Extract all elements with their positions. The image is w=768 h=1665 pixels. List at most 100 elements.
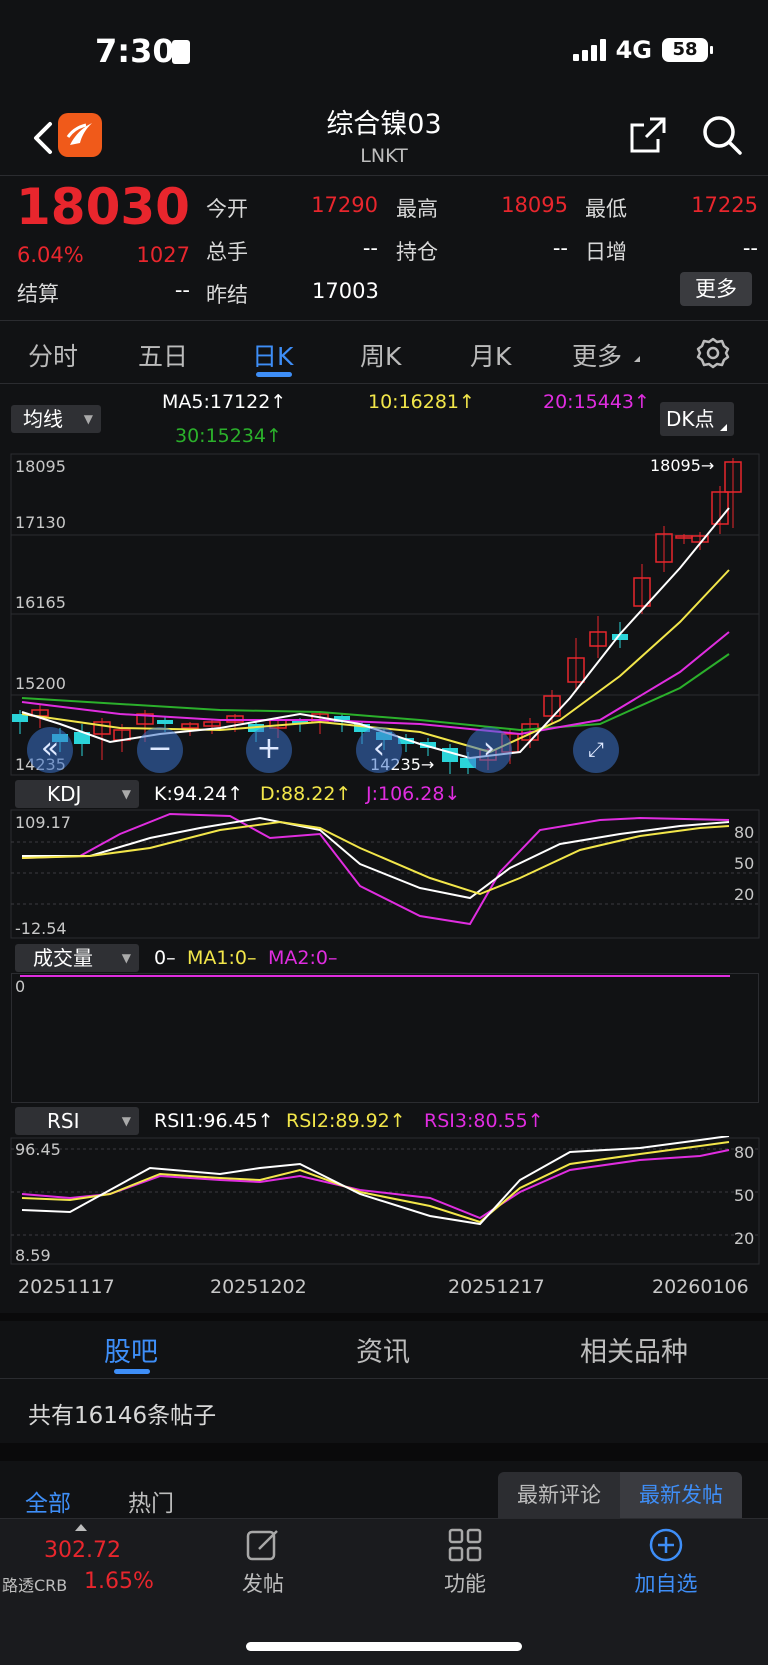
ma20-line xyxy=(21,631,730,736)
divider xyxy=(0,175,768,176)
up-triangle-icon xyxy=(75,1524,87,1531)
battery-icon: 58 xyxy=(662,38,713,62)
ma20-value: 20:15443↑ xyxy=(543,391,650,413)
home-indicator xyxy=(246,1642,522,1651)
tab-five-day[interactable]: 五日 xyxy=(138,337,188,373)
divider xyxy=(0,320,768,321)
volume-current: 0– xyxy=(154,947,176,969)
volume-ma-line xyxy=(20,975,730,977)
signal-icon xyxy=(572,39,606,61)
prev-settle-value: 17003 xyxy=(312,279,379,303)
post-icon[interactable] xyxy=(245,1527,281,1563)
rsi2-value: RSI2:89.92↑ xyxy=(286,1110,406,1132)
volume-selector[interactable]: 成交量 ▼ xyxy=(15,944,139,972)
ma10-line xyxy=(21,569,730,754)
rsi-level-50: 50 xyxy=(734,1186,755,1205)
rsi3-line xyxy=(21,1149,730,1220)
lock-icon xyxy=(172,40,190,64)
rsi-y-top: 96.45 xyxy=(15,1140,61,1159)
fullscreen-button[interactable]: ⤢ xyxy=(573,727,619,773)
rsi1-value: RSI1:96.45↑ xyxy=(154,1110,274,1132)
date-label: 20251202 xyxy=(210,1276,307,1298)
kdj-selector-label: KDJ xyxy=(47,782,82,806)
divider xyxy=(0,383,768,384)
tab-daily-k[interactable]: 日K xyxy=(252,337,293,373)
ma-selector-label: 均线 xyxy=(23,407,63,431)
prev-settle-label: 昨结 xyxy=(206,283,248,307)
index-value: 302.72 xyxy=(44,1538,121,1563)
index-change: 1.65% xyxy=(84,1569,154,1594)
tab-related[interactable]: 相关品种 xyxy=(580,1330,688,1369)
function-icon[interactable] xyxy=(447,1527,483,1563)
kdj-level-20: 20 xyxy=(734,885,755,904)
nav-add-watchlist[interactable]: 加自选 xyxy=(620,1568,712,1598)
caret-icon: ▼ xyxy=(121,951,131,965)
settings-icon[interactable] xyxy=(696,336,730,370)
filter-all[interactable]: 全部 xyxy=(25,1484,71,1518)
volume-y-label: 0 xyxy=(15,977,26,996)
high-marker: 18095→ xyxy=(650,456,715,475)
status-indicators: 4G 58 xyxy=(572,36,713,64)
ma30-line xyxy=(21,653,730,732)
search-icon[interactable] xyxy=(700,113,744,157)
change-value: 1027 xyxy=(136,243,190,267)
rsi1-line xyxy=(21,1136,730,1226)
rsi-level-80: 80 xyxy=(734,1143,755,1162)
step-right-button[interactable]: › xyxy=(466,727,512,773)
date-label: 20251117 xyxy=(18,1276,115,1298)
rsi-y-bottom: 8.59 xyxy=(15,1246,51,1265)
index-name: 路透CRB xyxy=(2,1576,68,1595)
tab-forum[interactable]: 股吧 xyxy=(104,1330,158,1369)
ma10-value: 10:16281↑ xyxy=(368,391,475,413)
kdj-j-value: J:106.28↓ xyxy=(366,783,461,805)
kdj-y-bottom: -12.54 xyxy=(15,919,67,938)
open-value: 17290 xyxy=(311,193,378,217)
dropdown-triangle-icon xyxy=(634,356,640,362)
scroll-left-button[interactable]: « xyxy=(27,727,73,773)
volume-panel[interactable] xyxy=(11,973,759,1103)
section-gap xyxy=(0,1443,768,1461)
rsi-selector-label: RSI xyxy=(47,1109,80,1133)
status-time: 7:30 xyxy=(95,32,175,70)
tab-intraday[interactable]: 分时 xyxy=(28,337,78,373)
date-label: 20260106 xyxy=(652,1276,749,1298)
kdj-d-value: D:88.22↑ xyxy=(260,783,352,805)
network-label: 4G xyxy=(615,36,652,64)
zoom-in-button[interactable]: + xyxy=(246,727,292,773)
kdj-selector[interactable]: KDJ ▼ xyxy=(15,780,139,808)
settle-label: 结算 xyxy=(17,282,59,306)
tab-weekly-k[interactable]: 周K xyxy=(360,337,401,373)
sort-latest-comment[interactable]: 最新评论 xyxy=(498,1472,620,1518)
tab-news[interactable]: 资讯 xyxy=(356,1330,410,1369)
more-button[interactable]: 更多 xyxy=(680,272,752,306)
low-value: 17225 xyxy=(691,193,758,217)
kline-y-label: 16165 xyxy=(15,593,66,612)
tab-monthly-k[interactable]: 月K xyxy=(470,337,511,373)
nav-post[interactable]: 发帖 xyxy=(223,1568,303,1598)
daily-inc-label: 日增 xyxy=(585,240,627,264)
rsi-selector[interactable]: RSI ▼ xyxy=(15,1107,139,1135)
kline-y-label: 15200 xyxy=(15,674,66,693)
nav-function[interactable]: 功能 xyxy=(425,1568,505,1598)
sort-latest-post[interactable]: 最新发帖 xyxy=(620,1472,742,1518)
rsi3-value: RSI3:80.55↑ xyxy=(424,1110,544,1132)
kline-y-label: 17130 xyxy=(15,513,66,532)
open-label: 今开 xyxy=(206,197,248,221)
kdj-chart[interactable] xyxy=(0,808,768,940)
kdj-level-80: 80 xyxy=(734,823,755,842)
rsi-chart[interactable] xyxy=(0,1136,768,1266)
active-section-indicator xyxy=(114,1369,150,1374)
filter-hot[interactable]: 热门 xyxy=(128,1484,174,1518)
daily-inc-value: -- xyxy=(742,236,758,260)
volume-selector-label: 成交量 xyxy=(33,946,93,970)
share-icon[interactable] xyxy=(628,115,668,155)
tab-more[interactable]: 更多 xyxy=(572,337,622,373)
rsi-level-20: 20 xyxy=(734,1229,755,1248)
add-watchlist-icon[interactable] xyxy=(648,1527,684,1563)
high-label: 最高 xyxy=(396,197,438,221)
zoom-out-button[interactable]: − xyxy=(137,727,183,773)
ma5-value: MA5:17122↑ xyxy=(162,391,287,413)
step-left-button[interactable]: ‹ xyxy=(356,727,402,773)
ma-selector[interactable]: 均线 ▼ xyxy=(11,405,101,433)
candle-body xyxy=(157,720,173,724)
